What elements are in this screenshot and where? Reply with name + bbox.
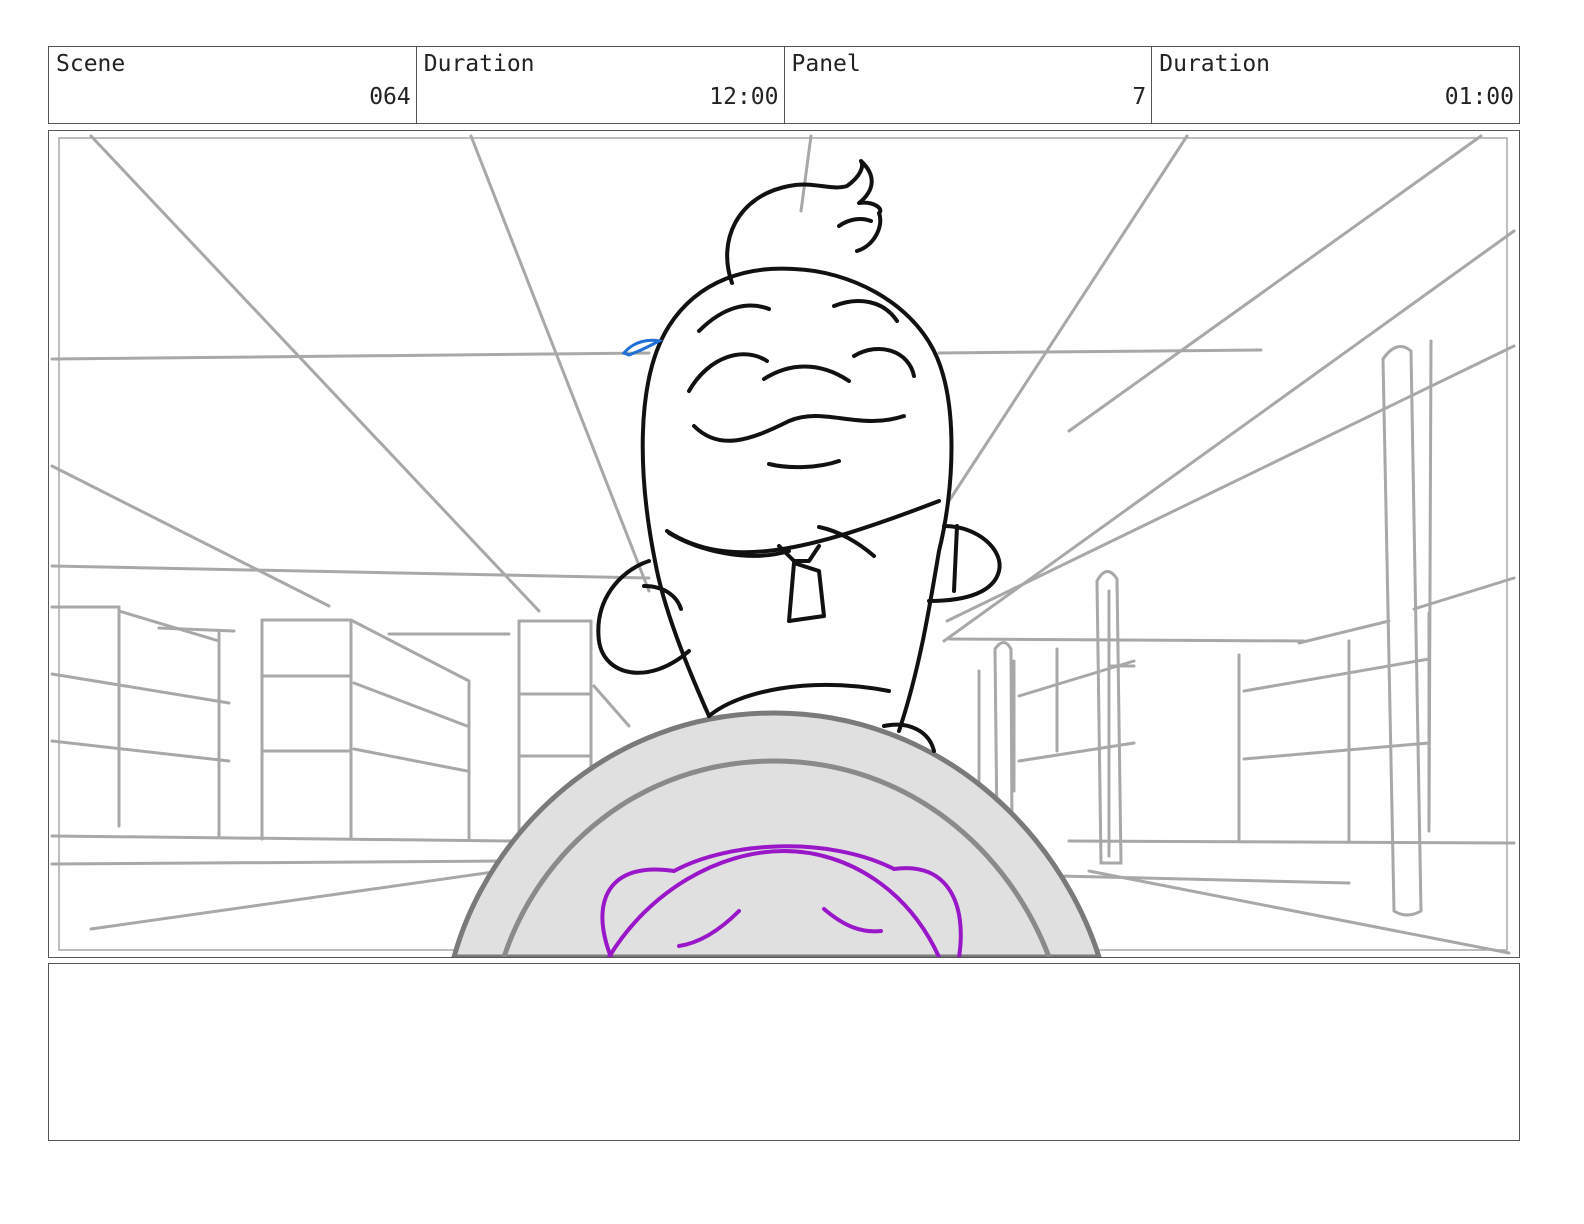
storyboard-panel [48, 130, 1520, 958]
panel-header: Scene 064 Duration 12:00 Panel 7 Duratio… [48, 46, 1520, 124]
main-character [596, 159, 1002, 753]
panel-drawing [50, 134, 1516, 957]
scene-duration-label: Duration [423, 51, 535, 77]
scene-duration-cell: Duration 12:00 [417, 47, 785, 123]
panel-number: 7 [1132, 84, 1147, 110]
panel-duration-cell: Duration 01:00 [1152, 47, 1519, 123]
foreground-wheel [451, 710, 1102, 957]
panel-label: Panel [791, 51, 861, 77]
scene-cell: Scene 064 [49, 47, 417, 123]
panel-duration-value: 01:00 [1444, 84, 1514, 110]
panel-notes-box[interactable] [48, 963, 1520, 1141]
panel-cell: Panel 7 [785, 47, 1153, 123]
panel-duration-label: Duration [1159, 51, 1271, 77]
scene-number: 064 [369, 84, 411, 110]
scene-duration-value: 12:00 [709, 84, 779, 110]
scene-label: Scene [56, 51, 126, 77]
